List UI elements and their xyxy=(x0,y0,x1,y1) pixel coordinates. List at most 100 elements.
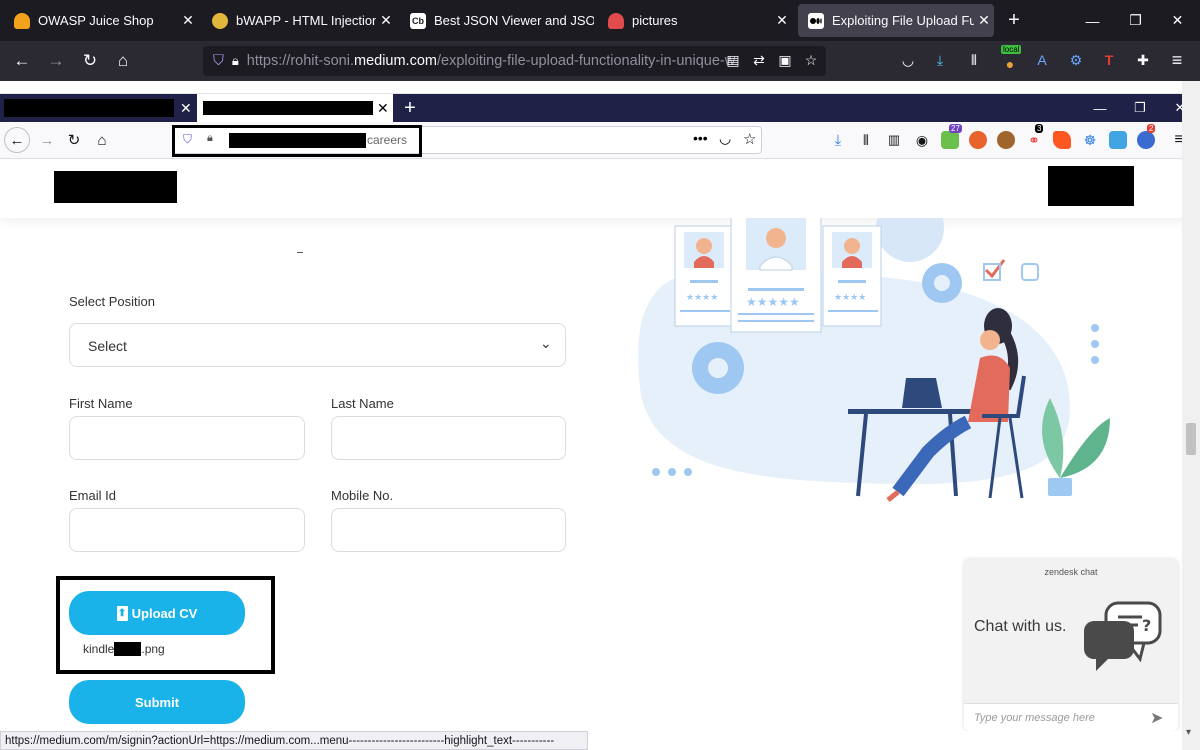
new-tab-button[interactable]: + xyxy=(994,0,1034,41)
submit-button[interactable]: Submit xyxy=(69,680,245,724)
home-icon[interactable]: ⌂ xyxy=(89,127,115,153)
email-label: Email Id xyxy=(69,488,116,503)
zendesk-chat-widget[interactable]: zendesk chat Chat with us. ? Type your m… xyxy=(964,559,1178,731)
lock-icon: 🔒︎ xyxy=(231,53,239,68)
tab-exploiting-file-upload[interactable]: Exploiting File Upload Functio ✕ xyxy=(798,4,994,37)
close-tab-icon[interactable]: ✕ xyxy=(772,12,792,29)
svg-text:?: ? xyxy=(1142,616,1151,635)
zendesk-brand: zendesk chat xyxy=(1044,567,1098,577)
close-tab-icon[interactable]: ✕ xyxy=(178,12,198,29)
library-icon[interactable]: ⫴ xyxy=(963,49,985,71)
mobile-label: Mobile No. xyxy=(331,488,394,503)
medium-logo-icon xyxy=(808,12,824,29)
minimize-window-button[interactable]: — xyxy=(1088,94,1112,122)
scroll-down-icon[interactable]: ▾ xyxy=(1186,727,1191,738)
extension-bucket-icon[interactable] xyxy=(1109,131,1127,149)
tab-title: OWASP Juice Shop xyxy=(38,13,154,28)
reader-view-icon[interactable]: ▤ xyxy=(722,49,744,71)
careers-page: Select Position Select ⌄ First Name Last… xyxy=(0,160,1200,731)
redaction-box xyxy=(114,642,142,656)
email-input[interactable] xyxy=(69,508,305,552)
bookmark-star-icon[interactable]: ☆ xyxy=(743,130,756,148)
more-options-icon[interactable]: ••• xyxy=(693,130,708,146)
maximize-window-button[interactable]: ❐ xyxy=(1113,0,1158,41)
account-icon[interactable]: ◉ xyxy=(913,131,931,149)
back-arrow-icon[interactable]: ← xyxy=(4,127,30,153)
upload-cv-button[interactable]: ⬆ Upload CV xyxy=(69,591,245,635)
dash-mark xyxy=(297,252,303,253)
cookie-icon[interactable] xyxy=(997,131,1015,149)
scrollbar-thumb[interactable] xyxy=(1186,423,1196,455)
mobile-input[interactable] xyxy=(331,508,566,552)
sidebar-icon[interactable]: ▥ xyxy=(885,131,903,149)
chat-message-input[interactable]: Type your message here ➤ xyxy=(964,703,1178,731)
extension-local-icon[interactable]: local ● xyxy=(999,45,1022,72)
outer-tab-strip: OWASP Juice Shop ✕ bWAPP - HTML Injectio… xyxy=(0,0,1200,41)
tab-json-viewer[interactable]: Cb Best JSON Viewer and JSON B xyxy=(396,0,594,41)
file-name-start: kindle xyxy=(83,642,115,656)
pictures-icon xyxy=(608,12,624,29)
extension-bug-icon[interactable]: ☸ xyxy=(1081,131,1099,149)
redacted-logo xyxy=(54,171,177,203)
extension-globe-icon[interactable]: 2 xyxy=(1137,124,1156,149)
back-arrow-icon[interactable]: ← xyxy=(6,41,38,81)
page-scrollbar[interactable]: ▾ xyxy=(1182,81,1200,750)
last-name-input[interactable] xyxy=(331,416,566,460)
minimize-window-button[interactable]: — xyxy=(1070,0,1115,41)
extensions-puzzle-icon[interactable]: ✚ xyxy=(1132,49,1154,71)
bookmark-star-icon[interactable]: ☆ xyxy=(800,49,822,71)
download-icon[interactable]: ⤓ xyxy=(929,49,951,71)
pocket-icon[interactable]: ◡ xyxy=(719,130,731,147)
home-icon[interactable]: ⌂ xyxy=(107,41,139,81)
tab-title: bWAPP - HTML Injection xyxy=(236,13,376,28)
maximize-window-button[interactable]: ❐ xyxy=(1128,94,1152,122)
t-extension-icon[interactable]: T xyxy=(1098,49,1120,71)
tab-pictures[interactable]: pictures ✕ xyxy=(594,0,792,41)
svg-text:★★★★: ★★★★ xyxy=(686,293,718,303)
pocket-icon[interactable]: ◡ xyxy=(897,49,919,71)
reload-icon[interactable]: ↻ xyxy=(61,127,87,153)
forward-arrow-icon[interactable]: → xyxy=(40,41,72,81)
hamburger-menu-icon[interactable]: ≡ xyxy=(1166,49,1188,71)
tab-title: Best JSON Viewer and JSON B xyxy=(434,13,594,28)
close-tab-icon[interactable]: ✕ xyxy=(377,100,389,117)
embedded-screenshot: ✕ ✕ + — ❐ ✕ ← → ↻ ⌂ ⛉ 🔒︎ careers ••• ◡ ☆… xyxy=(0,81,1200,731)
download-icon[interactable]: ⤓ xyxy=(829,131,847,149)
translate-extension-icon[interactable]: A xyxy=(1031,49,1053,71)
position-select[interactable]: Select ⌄ xyxy=(69,323,566,367)
extension-green-icon[interactable]: 27 xyxy=(941,124,962,149)
qr-code-icon[interactable]: ▣ xyxy=(774,49,796,71)
local-badge: local xyxy=(1001,45,1022,54)
upload-file-icon: ⬆ xyxy=(116,605,128,621)
extension-icon[interactable]: ⚙ xyxy=(1065,49,1087,71)
uploaded-file-name: kindle .png xyxy=(83,642,165,656)
svg-text:★★★★★: ★★★★★ xyxy=(746,295,800,309)
forward-arrow-icon[interactable]: → xyxy=(34,127,60,153)
extension-fox-icon[interactable] xyxy=(1053,131,1071,149)
close-tab-icon[interactable]: ✕ xyxy=(180,100,192,117)
juice-shop-icon xyxy=(14,12,30,29)
translate-icon[interactable]: ⇄ xyxy=(748,49,770,71)
inner-tab-careers-active[interactable]: ✕ xyxy=(197,94,393,122)
tab-title: Exploiting File Upload Functio xyxy=(832,13,974,28)
first-name-input[interactable] xyxy=(69,416,305,460)
close-tab-icon[interactable]: ✕ xyxy=(974,12,994,29)
tab-bwapp[interactable]: bWAPP - HTML Injection ✕ xyxy=(198,0,396,41)
redacted-header-button[interactable] xyxy=(1048,166,1134,206)
extension-link-icon[interactable]: ⚭ 3 xyxy=(1025,124,1044,149)
library-icon[interactable]: ⫴ xyxy=(857,131,875,149)
inner-tab-redacted[interactable]: ✕ xyxy=(0,94,196,122)
extension-orange-icon[interactable] xyxy=(969,131,987,149)
inner-tab-strip: ✕ ✕ + — ❐ ✕ xyxy=(0,94,1200,122)
svg-text:★★★★: ★★★★ xyxy=(834,293,866,303)
first-name-label: First Name xyxy=(69,396,133,411)
new-tab-button[interactable]: + xyxy=(398,94,422,122)
status-bar: https://medium.com/m/signin?actionUrl=ht… xyxy=(0,731,588,750)
annotation-box-url xyxy=(172,125,422,157)
tab-owasp-juice-shop[interactable]: OWASP Juice Shop ✕ xyxy=(0,0,198,41)
send-icon[interactable]: ➤ xyxy=(1150,708,1163,728)
page-top-strip xyxy=(0,81,1200,94)
close-tab-icon[interactable]: ✕ xyxy=(376,12,396,29)
close-window-button[interactable]: ✕ xyxy=(1155,0,1200,41)
reload-icon[interactable]: ↻ xyxy=(74,41,106,81)
